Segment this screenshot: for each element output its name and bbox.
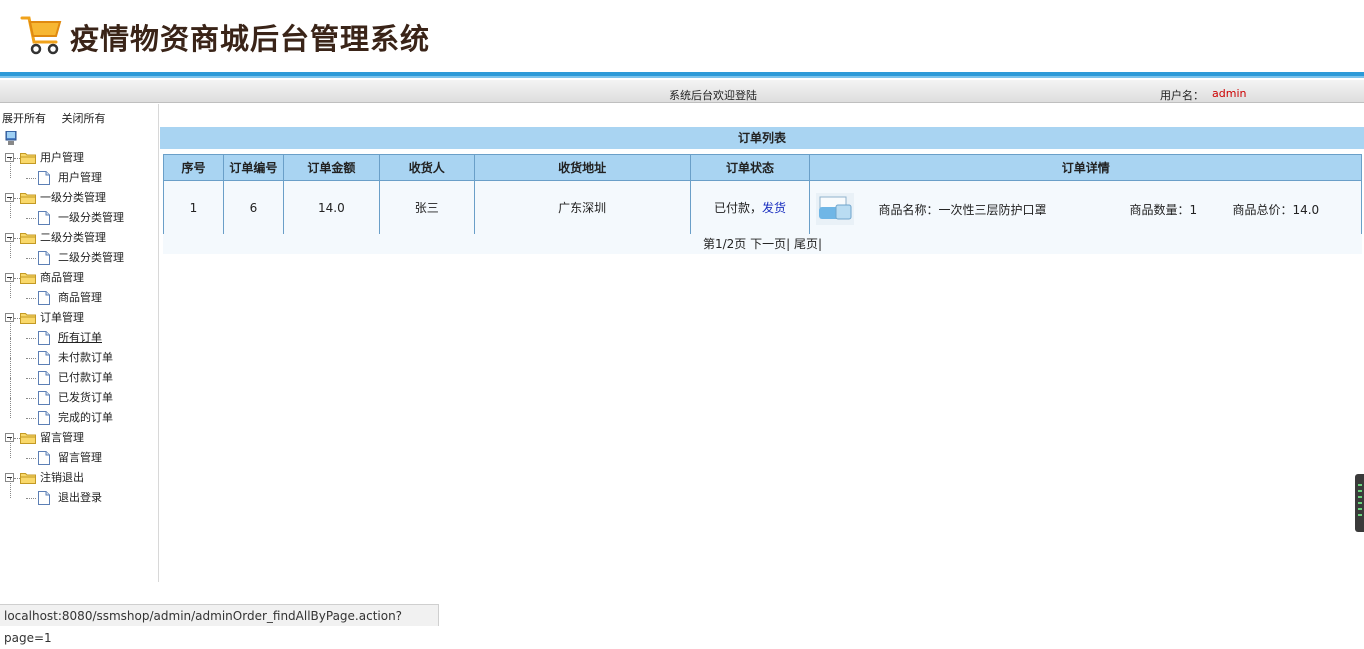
document-icon [38,331,50,345]
sidebar-tree: 展开所有 关闭所有 用户管理 用户管理 一级分类管理 一级分类管理 二级分类管理 二级分类… [0,104,159,582]
tree-group[interactable]: 留言管理 [0,428,159,448]
page-info: 第1/2页 [702,237,747,251]
tree-item[interactable]: 退出登录 [0,478,159,508]
tree-group[interactable]: 用户管理 [0,148,159,168]
tree-item[interactable]: 一级分类管理 [0,198,159,228]
col-order-no: 订单编号 [222,154,284,181]
expand-all-link[interactable]: 展开所有 [2,112,46,125]
folder-icon [20,233,36,244]
folder-icon [20,433,36,444]
cell-address: 广东深圳 [473,180,691,235]
folder-icon [20,313,36,324]
user-name: admin [1212,87,1247,100]
welcome-bar: 系统后台欢迎登陆 用户名： admin [0,80,1364,103]
tree-group[interactable]: 注销退出 [0,468,159,488]
tree-item[interactable]: 完成的订单 [0,398,159,428]
computer-icon [5,131,17,145]
cell-order-no: 6 [222,180,284,235]
tree-item-label[interactable]: 用户管理 [58,168,102,188]
folder-icon [20,473,36,484]
col-address: 收货地址 [473,154,691,181]
document-icon [38,351,50,365]
table-header-row: 序号 订单编号 订单金额 收货人 收货地址 订单状态 订单详情 [163,154,1362,181]
folder-icon [20,273,36,284]
document-icon [38,411,50,425]
document-icon [38,371,50,385]
tree-group-label[interactable]: 用户管理 [40,148,84,168]
document-icon [38,291,50,305]
document-icon [38,491,50,505]
cell-amount: 14.0 [282,180,380,235]
main-content: 订单列表 序号 订单编号 订单金额 收货人 收货地址 订单状态 订单详情 1 6… [160,104,1364,582]
tree-item[interactable]: 用户管理 [0,158,159,188]
col-index: 序号 [163,154,224,181]
tree-group[interactable]: 订单管理 [0,308,159,328]
accent-bar-light [0,76,1364,78]
cell-status: 已付款，发货 [689,180,811,235]
tree-group-label[interactable]: 留言管理 [40,428,84,448]
document-icon [38,391,50,405]
tree-controls: 展开所有 关闭所有 [2,110,118,126]
folder-icon [20,193,36,204]
document-icon [38,171,50,185]
orders-table: 序号 订单编号 订单金额 收货人 收货地址 订单状态 订单详情 1 6 14.0… [163,154,1362,235]
tree-item[interactable]: 商品管理 [0,278,159,308]
tree-item-label[interactable]: 商品管理 [58,288,102,308]
welcome-text: 系统后台欢迎登陆 [669,89,757,102]
tree-item-label[interactable]: 已付款订单 [58,368,113,388]
table-row: 1 6 14.0 张三 广东深圳 已付款，发货 商品名称：一次性三层防护口罩 商… [163,180,1362,235]
side-widget[interactable] [1355,474,1364,532]
document-icon [38,251,50,265]
tree-item[interactable]: 二级分类管理 [0,238,159,268]
product-thumbnail [816,193,855,225]
document-icon [38,451,50,465]
tree-item-label[interactable]: 二级分类管理 [58,248,124,268]
tree-item-label[interactable]: 所有订单 [58,328,102,348]
tree-item[interactable]: 留言管理 [0,438,159,468]
next-page-link[interactable]: 下一页| [750,237,790,251]
tree-group-label[interactable]: 订单管理 [40,308,84,328]
tree-group[interactable]: 一级分类管理 [0,188,159,208]
cell-detail: 商品名称：一次性三层防护口罩 商品数量：1 商品总价：14.0 [809,180,1362,235]
tree-item-label[interactable]: 留言管理 [58,448,102,468]
product-name: 商品名称：一次性三层防护口罩 [878,203,1047,217]
pagination: 第1/2页 下一页| 尾页| [163,234,1362,254]
last-page-link[interactable]: 尾页| [794,237,822,251]
tree-group-label[interactable]: 商品管理 [40,268,84,288]
col-detail: 订单详情 [809,154,1362,181]
tree-item-label[interactable]: 未付款订单 [58,348,113,368]
status-text: 已付款， [713,201,762,215]
tree-item-label[interactable]: 完成的订单 [58,408,113,428]
collapse-all-link[interactable]: 关闭所有 [62,112,106,125]
col-receiver: 收货人 [378,154,475,181]
cell-receiver: 张三 [378,180,475,235]
ship-link[interactable]: 发货 [762,201,786,215]
browser-status-bar: localhost:8080/ssmshop/admin/adminOrder_… [0,604,439,645]
tree-item-label[interactable]: 一级分类管理 [58,208,124,228]
product-total: 商品总价：14.0 [1232,203,1320,217]
tree-item-label[interactable]: 已发货订单 [58,388,113,408]
col-status: 订单状态 [689,154,811,181]
tree-item[interactable]: 已发货订单 [0,378,159,408]
tree-group[interactable]: 二级分类管理 [0,228,159,248]
system-title: 疫情物资商城后台管理系统 [70,22,431,56]
tree-group[interactable]: 商品管理 [0,268,159,288]
shopping-cart-icon [20,16,62,55]
user-label: 用户名： [1160,89,1204,102]
product-qty: 商品数量：1 [1129,203,1198,217]
tree-group-label[interactable]: 一级分类管理 [40,188,106,208]
tree-item[interactable]: 所有订单 [0,318,159,348]
header: 疫情物资商城后台管理系统 [0,0,1364,72]
tree-item[interactable]: 未付款订单 [0,338,159,368]
col-amount: 订单金额 [282,154,380,181]
cell-index: 1 [163,180,224,235]
tree-item[interactable]: 已付款订单 [0,358,159,388]
folder-icon [20,153,36,164]
tree-item-label[interactable]: 退出登录 [58,488,102,508]
tree-group-label[interactable]: 注销退出 [40,468,84,488]
tree-group-label[interactable]: 二级分类管理 [40,228,106,248]
document-icon [38,211,50,225]
tree-list: 用户管理 用户管理 一级分类管理 一级分类管理 二级分类管理 二级分类管理 商品管理 商品管理… [0,148,159,508]
order-list-title: 订单列表 [160,127,1364,149]
